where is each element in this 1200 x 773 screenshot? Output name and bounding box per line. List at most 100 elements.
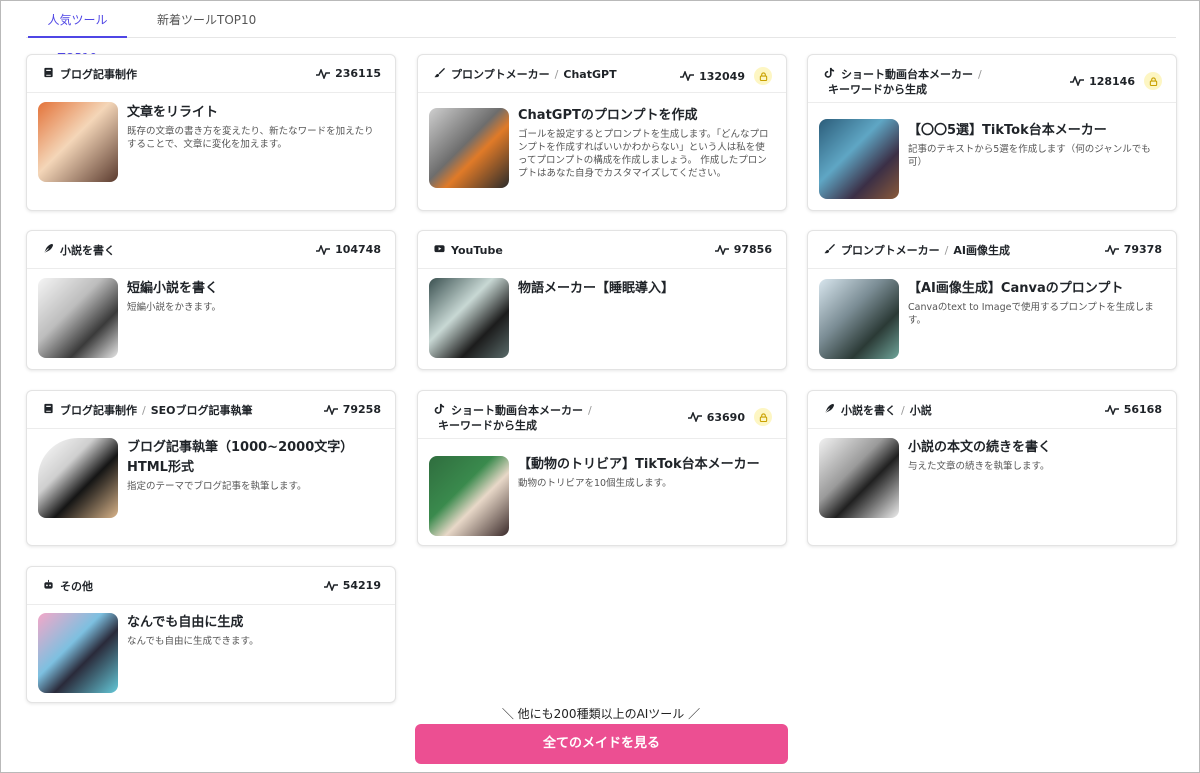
card-header: 小説を書く 104748: [27, 231, 395, 269]
card-header: YouTube 97856: [418, 231, 786, 269]
tool-card[interactable]: プロンプトメーカー / ChatGPT 132049 ChatGPTのプロンプトを作…: [417, 54, 787, 211]
category-separator: /: [142, 404, 146, 417]
activity-icon: [323, 404, 338, 415]
category-label: その他: [60, 580, 93, 593]
usage-count: 54219: [342, 579, 381, 592]
tool-description: なんでも自由に生成できます。: [127, 636, 259, 647]
tool-card[interactable]: 小説を書く / 小説 56168 小説の本文の続きを書く 与えた文章の続きを執筆しま…: [807, 390, 1177, 546]
category-label: プロンプトメーカー: [841, 244, 940, 257]
subcategory-label: AI画像生成: [953, 244, 1010, 257]
card-category: プロンプトメーカー / AI画像生成: [822, 243, 1066, 258]
usage-count: 236115: [335, 67, 381, 80]
tool-card[interactable]: 小説を書く 104748 短編小説を書く 短編小説をかきます。: [26, 230, 396, 370]
tool-title: 【〇〇5選】TikTok台本メーカー: [908, 123, 1107, 138]
category-label: ブログ記事制作: [60, 68, 137, 81]
category-label: YouTube: [451, 244, 503, 257]
brush-icon: [432, 67, 447, 82]
subcategory-label: 小説: [909, 404, 932, 417]
card-header: ショート動画台本メーカー / キーワードから生成 63690: [418, 391, 786, 439]
book-icon: [41, 67, 56, 82]
book-icon: [41, 403, 56, 418]
activity-icon: [316, 68, 331, 79]
tool-description: 与えた文章の続きを執筆します。: [908, 461, 1050, 472]
tool-title: 【動物のトリビア】TikTok台本メーカー: [518, 457, 760, 472]
usage-stats: 79378: [1104, 243, 1162, 256]
category-separator: /: [978, 68, 982, 81]
usage-stats: 132049: [680, 67, 772, 85]
lock-icon: [754, 67, 772, 85]
category-label: プロンプトメーカー: [451, 68, 550, 81]
tool-card[interactable]: プロンプトメーカー / AI画像生成 79378 【AI画像生成】Canvaのプロン…: [807, 230, 1177, 370]
card-category: YouTube: [432, 243, 676, 258]
card-header: 小説を書く / 小説 56168: [808, 391, 1176, 429]
usage-count: 63690: [706, 410, 745, 424]
thumbnail-image: [38, 278, 118, 358]
thumbnail-image: [38, 613, 118, 693]
card-category: その他: [41, 579, 285, 594]
tool-description: 動物のトリビアを10個生成します。: [518, 478, 672, 489]
activity-icon: [1104, 404, 1119, 415]
lock-icon: [1144, 72, 1162, 90]
tool-title: ブログ記事執筆（1000~2000文字）HTML形式: [127, 440, 354, 475]
category-label: ショート動画台本メーカー: [841, 68, 973, 81]
brush-icon: [822, 243, 837, 258]
category-separator: /: [588, 404, 592, 417]
thumbnail-image: [429, 108, 509, 188]
tool-card[interactable]: YouTube 97856 物語メーカー【睡眠導入】: [417, 230, 787, 370]
activity-icon: [1104, 244, 1119, 255]
subcategory-label: キーワードから生成: [828, 83, 927, 96]
tool-card[interactable]: ブログ記事制作 / SEOブログ記事執筆 79258 ブログ記事執筆（1000~20…: [26, 390, 396, 546]
thumbnail-image: [429, 456, 509, 536]
card-category: ブログ記事制作: [41, 67, 285, 82]
tool-title: ChatGPTのプロンプトを作成: [518, 108, 698, 123]
tool-title: 短編小説を書く: [127, 281, 219, 296]
tab-new-top10[interactable]: 新着ツールTOP10: [157, 1, 257, 38]
usage-count: 128146: [1089, 74, 1135, 88]
thumbnail-image: [819, 438, 899, 518]
category-separator: /: [901, 404, 905, 417]
tiktok-icon: [432, 403, 447, 418]
tool-title: 小説の本文の続きを書く: [908, 440, 1052, 455]
tool-title: 文章をリライト: [127, 105, 219, 120]
tool-card[interactable]: ショート動画台本メーカー / キーワードから生成 128146 【〇〇5選】Tik…: [807, 54, 1177, 211]
thumbnail-image: [819, 279, 899, 359]
tool-description: 指定のテーマでブログ記事を執筆します。: [127, 481, 307, 492]
lock-icon: [754, 408, 772, 426]
card-category: プロンプトメーカー / ChatGPT: [432, 67, 676, 82]
usage-count: 104748: [335, 243, 381, 256]
tiktok-icon: [822, 67, 837, 82]
view-all-maids-button[interactable]: 全てのメイドを見る: [415, 724, 788, 764]
youtube-icon: [432, 243, 447, 258]
pen-icon: [41, 243, 56, 258]
usage-stats: 104748: [316, 243, 381, 256]
activity-icon: [323, 580, 338, 591]
card-header: ショート動画台本メーカー / キーワードから生成 128146: [808, 55, 1176, 103]
usage-stats: 236115: [316, 67, 381, 80]
category-separator: /: [554, 68, 559, 81]
tool-description: 記事のテキストから5選を作成します（何のジャンルでも可）: [908, 144, 1151, 168]
tool-description: 既存の文章の書き方を変えたり、新たなワードを加えたりすることで、文章に変化を加え…: [127, 126, 374, 150]
card-category: ブログ記事制作 / SEOブログ記事執筆: [41, 403, 285, 418]
tool-card[interactable]: ブログ記事制作 236115 文章をリライト 既存の文章の書き方を変えたり、新た…: [26, 54, 396, 211]
card-category: ショート動画台本メーカー / キーワードから生成: [432, 403, 676, 433]
tool-card[interactable]: その他 54219 なんでも自由に生成 なんでも自由に生成できます。: [26, 566, 396, 703]
thumbnail-image: [819, 119, 899, 199]
usage-stats: 63690: [687, 408, 772, 426]
usage-stats: 128146: [1070, 72, 1162, 90]
tab-popular-top10[interactable]: 人気ツールTOP10: [28, 1, 127, 65]
card-header: ブログ記事制作 236115: [27, 55, 395, 93]
category-label: 小説を書く: [841, 404, 896, 417]
activity-icon: [1070, 76, 1085, 86]
usage-stats: 79258: [323, 403, 381, 416]
usage-count: 132049: [699, 69, 745, 83]
card-header: その他 54219: [27, 567, 395, 605]
usage-count: 56168: [1123, 403, 1162, 416]
robot-icon: [41, 579, 56, 594]
usage-stats: 56168: [1104, 403, 1162, 416]
tool-card[interactable]: ショート動画台本メーカー / キーワードから生成 63690 【動物のトリビア】T…: [417, 390, 787, 546]
subcategory-label: ChatGPT: [563, 68, 617, 81]
tool-description: ゴールを設定するとプロンプトを生成します。「どんなプロンプトを作成すればいいかわ…: [518, 129, 769, 179]
thumbnail-image: [38, 438, 118, 518]
usage-count: 79258: [342, 403, 381, 416]
category-separator: /: [944, 244, 949, 257]
